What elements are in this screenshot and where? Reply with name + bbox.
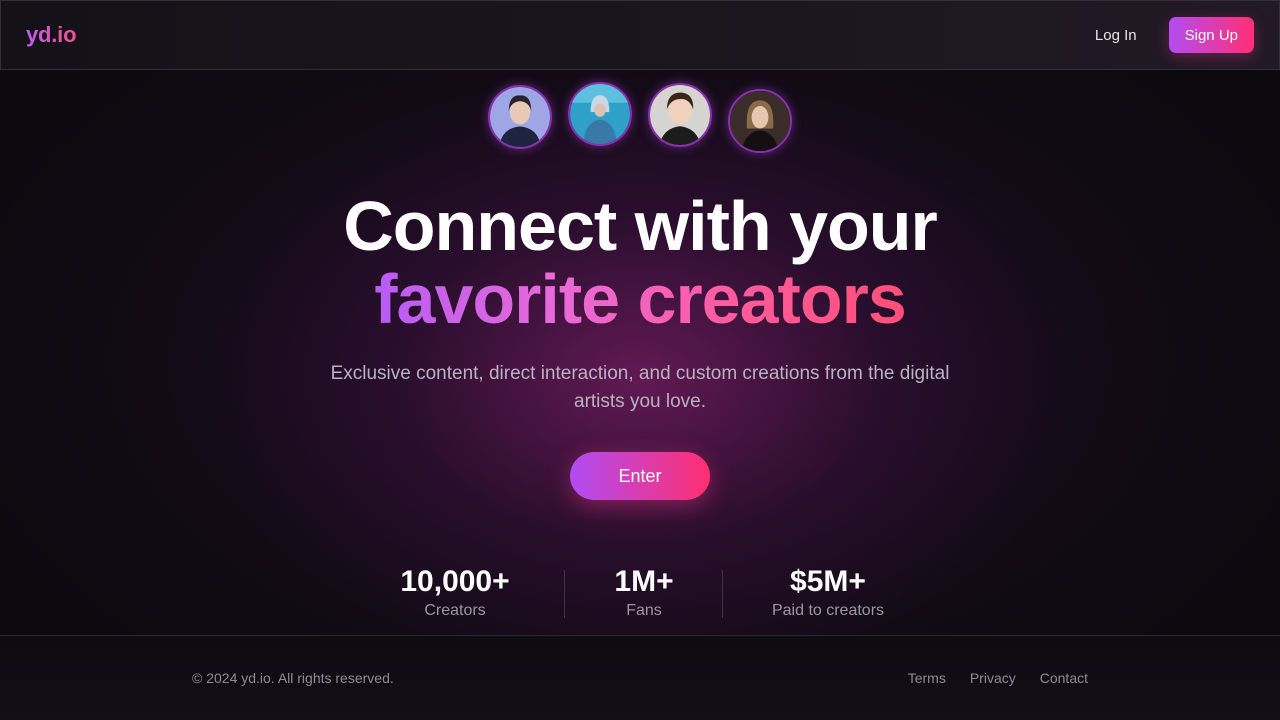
stat-value: $5M+ bbox=[790, 565, 866, 598]
footer-link-privacy[interactable]: Privacy bbox=[970, 670, 1016, 686]
stat-label: Creators bbox=[424, 602, 486, 619]
stat-fans: 1M+ Fans bbox=[574, 564, 714, 621]
stat-value: 10,000+ bbox=[400, 565, 510, 598]
signup-button[interactable]: Sign Up bbox=[1168, 17, 1254, 53]
creator-photo-4 bbox=[730, 91, 790, 151]
creator-avatar-2 bbox=[568, 82, 632, 146]
stat-divider bbox=[564, 570, 565, 618]
stat-label: Fans bbox=[626, 602, 662, 619]
stat-creators: 10,000+ Creators bbox=[375, 564, 535, 621]
footer: © 2024 yd.io. All rights reserved. Terms… bbox=[0, 635, 1280, 720]
brand-logo[interactable]: yd.io bbox=[26, 22, 77, 48]
stat-divider bbox=[722, 570, 723, 618]
hero-section: Connect with your favorite creators Excl… bbox=[0, 190, 1280, 416]
creator-avatar-1 bbox=[488, 85, 552, 149]
hero-headline-line1: Connect with your bbox=[343, 187, 938, 265]
stat-label: Paid to creators bbox=[771, 602, 885, 619]
copyright-text: © 2024 yd.io. All rights reserved. bbox=[192, 670, 394, 686]
footer-link-contact[interactable]: Contact bbox=[1040, 670, 1088, 686]
hero-subtitle: Exclusive content, direct interaction, a… bbox=[330, 363, 950, 412]
hero-headline-line2: favorite creators bbox=[374, 260, 907, 338]
stat-paid: $5M+ Paid to creators bbox=[748, 564, 908, 621]
stat-value: 1M+ bbox=[614, 565, 674, 598]
nav-actions: Log In Sign Up bbox=[1095, 17, 1254, 53]
footer-links: Terms Privacy Contact bbox=[908, 670, 1088, 686]
top-nav-bar: yd.io Log In Sign Up bbox=[0, 0, 1280, 70]
creator-avatars bbox=[488, 82, 794, 154]
creator-avatar-3 bbox=[648, 83, 712, 147]
creator-photo-2 bbox=[570, 84, 630, 144]
creator-photo-1 bbox=[490, 87, 550, 147]
enter-button[interactable]: Enter bbox=[570, 452, 710, 500]
creator-photo-3 bbox=[650, 85, 710, 145]
creator-avatar-4 bbox=[728, 89, 792, 153]
footer-link-terms[interactable]: Terms bbox=[908, 670, 946, 686]
stats-row: 10,000+ Creators 1M+ Fans $5M+ Paid to c… bbox=[0, 564, 1280, 624]
login-link[interactable]: Log In bbox=[1095, 27, 1137, 44]
